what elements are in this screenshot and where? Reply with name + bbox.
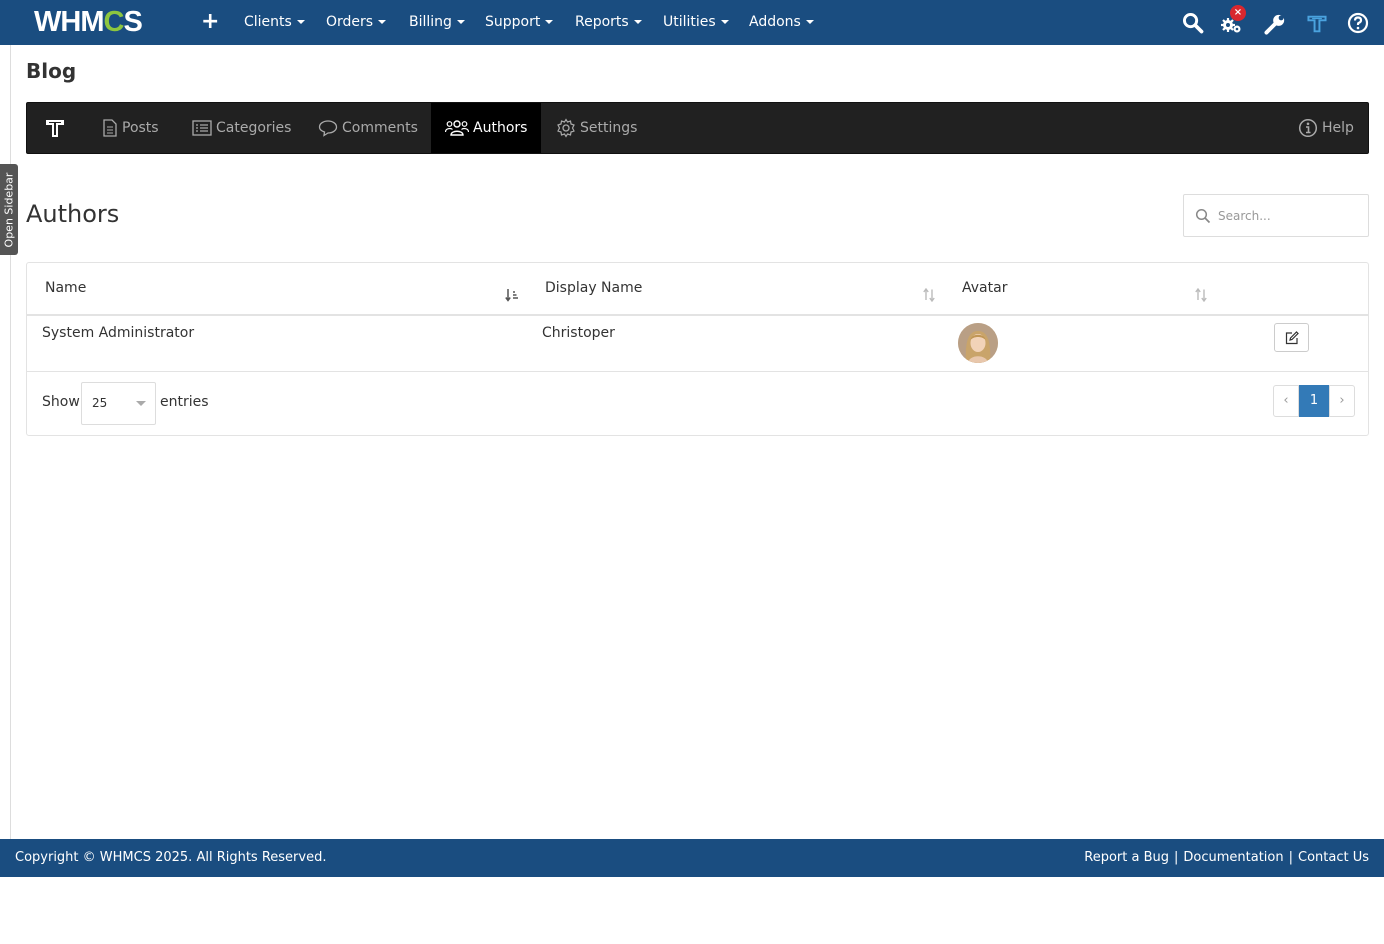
caret-down-icon [805, 20, 814, 24]
comment-icon [318, 120, 338, 137]
footer-separator: | [1288, 850, 1293, 865]
tab-categories-label: Categories [216, 120, 292, 136]
header-divider [27, 314, 1368, 316]
report-bug-link[interactable]: Report a Bug [1084, 850, 1169, 865]
nav-clients-label: Clients [244, 14, 292, 30]
show-label: Show [42, 394, 80, 410]
documentation-link[interactable]: Documentation [1183, 850, 1283, 865]
search-icon[interactable] [1182, 12, 1204, 34]
pagination: ‹ 1 › [1273, 385, 1355, 417]
edit-icon [1285, 331, 1299, 345]
nav-utilities[interactable]: Utilities [663, 14, 729, 30]
caret-down-icon [633, 20, 642, 24]
caret-down-icon [720, 20, 729, 24]
copyright-text: Copyright © WHMCS 2025. All Rights Reser… [15, 850, 327, 865]
footer-links: Report a Bug | Documentation | Contact Us [1084, 850, 1369, 865]
whmcs-logo[interactable]: WHMCS [34, 6, 143, 39]
caret-down-icon [456, 20, 465, 24]
column-header-display-name[interactable]: Display Name [545, 280, 642, 296]
authors-table: Name Display Name Avatar System Administ… [26, 262, 1369, 436]
open-sidebar-tab[interactable]: Open Sidebar [0, 164, 18, 255]
blog-addon-icon[interactable] [1306, 13, 1328, 35]
chevron-down-icon [136, 401, 146, 406]
entries-per-page-value: 25 [92, 396, 108, 410]
wrench-icon[interactable] [1264, 13, 1286, 35]
pagination-previous[interactable]: ‹ [1273, 385, 1299, 417]
author-name: System Administrator [42, 325, 195, 341]
tab-settings[interactable]: Settings [556, 103, 637, 153]
tab-posts-label: Posts [122, 120, 159, 136]
entries-label: entries [160, 394, 209, 410]
tab-authors[interactable]: Authors [431, 103, 542, 153]
logo-text-prefix: WHM [34, 6, 104, 38]
tab-comments[interactable]: Comments [318, 103, 418, 153]
list-icon [192, 120, 212, 136]
quick-add-plus-icon[interactable]: + [201, 9, 219, 34]
entries-per-page-select[interactable]: 25 [81, 382, 156, 425]
nav-utilities-label: Utilities [663, 14, 716, 30]
document-icon [103, 119, 117, 137]
caret-down-icon [545, 20, 554, 24]
info-circle-icon [1298, 118, 1318, 138]
nav-support[interactable]: Support [485, 14, 554, 30]
search-icon [1195, 208, 1211, 224]
footer: Copyright © WHMCS 2025. All Rights Reser… [0, 839, 1384, 877]
nav-billing[interactable]: Billing [409, 14, 465, 30]
sort-ascending-icon[interactable] [505, 288, 519, 302]
nav-reports-label: Reports [575, 14, 629, 30]
tab-categories[interactable]: Categories [192, 103, 291, 153]
tab-settings-label: Settings [580, 120, 638, 136]
open-sidebar-label: Open Sidebar [2, 172, 16, 247]
sort-icon[interactable] [1194, 288, 1208, 302]
sort-icon[interactable] [922, 288, 936, 302]
caret-down-icon [378, 20, 387, 24]
nav-orders-label: Orders [326, 14, 374, 30]
search-box [1183, 194, 1369, 237]
nav-orders[interactable]: Orders [326, 14, 387, 30]
section-title: Authors [26, 200, 120, 228]
logo-text-suffix: S [123, 6, 142, 38]
blog-module-nav: Posts Categories Comments Authors Settin… [26, 102, 1369, 154]
top-navbar: WHMCS + Clients Orders Billing Support R… [0, 0, 1384, 45]
blog-logo-icon[interactable] [45, 117, 65, 139]
nav-clients[interactable]: Clients [244, 14, 305, 30]
pagination-next[interactable]: › [1329, 385, 1355, 417]
contact-us-link[interactable]: Contact Us [1298, 850, 1369, 865]
footer-separator: | [1174, 850, 1179, 865]
search-input[interactable] [1218, 205, 1358, 227]
settings-gear-icon [557, 118, 575, 138]
nav-addons[interactable]: Addons [749, 14, 814, 30]
caret-down-icon [296, 20, 305, 24]
nav-billing-label: Billing [409, 14, 452, 30]
page-title: Blog [26, 59, 77, 83]
row-divider [27, 371, 1368, 372]
logo-gear-letter: C [103, 6, 124, 38]
help-circle-icon[interactable] [1347, 12, 1369, 34]
tab-authors-label: Authors [473, 120, 528, 136]
nav-reports[interactable]: Reports [575, 14, 642, 30]
help-label: Help [1322, 120, 1354, 136]
column-header-avatar[interactable]: Avatar [962, 280, 1007, 296]
author-display-name: Christoper [542, 325, 615, 341]
tab-posts[interactable]: Posts [102, 103, 159, 153]
nav-support-label: Support [485, 14, 541, 30]
author-avatar [958, 323, 998, 363]
tab-comments-label: Comments [342, 120, 418, 136]
column-header-name[interactable]: Name [45, 280, 86, 296]
nav-addons-label: Addons [749, 14, 801, 30]
users-icon [444, 120, 470, 136]
help-link[interactable]: Help [1298, 103, 1354, 153]
pagination-page-current[interactable]: 1 [1299, 385, 1329, 417]
alert-badge: × [1230, 5, 1246, 21]
edit-author-button[interactable] [1274, 323, 1309, 352]
